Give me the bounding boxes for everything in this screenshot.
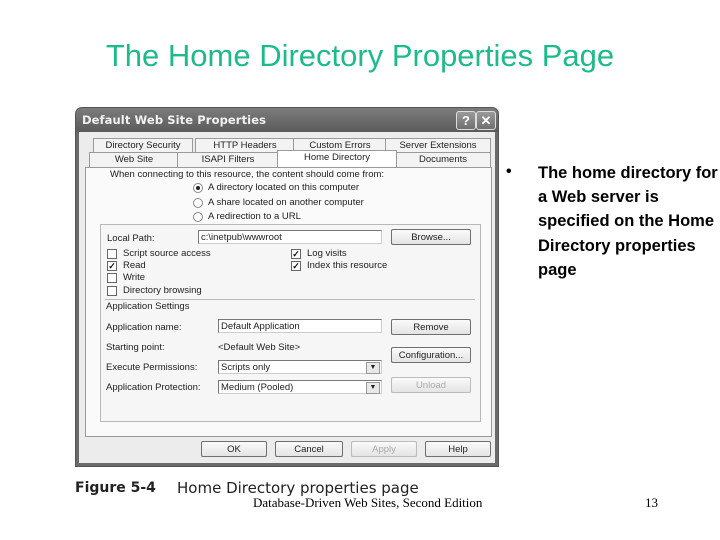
read-label: Read (123, 260, 146, 271)
chevron-down-icon[interactable]: ▼ (366, 362, 380, 374)
index-resource-label: Index this resource (307, 260, 388, 271)
write-label: Write (123, 272, 145, 283)
help-button[interactable]: Help (425, 441, 491, 457)
radio-url-redirection-label: A redirection to a URL (208, 211, 301, 222)
configuration-button[interactable]: Configuration... (391, 347, 471, 363)
tab-isapi-filters[interactable]: ISAPI Filters (177, 152, 279, 167)
local-path-input[interactable]: c:\inetpub\wwwroot (198, 230, 382, 244)
checkbox-index-resource[interactable]: ✓ (291, 261, 301, 271)
radio-network-share[interactable] (193, 198, 203, 208)
radio-url-redirection[interactable] (193, 212, 203, 222)
starting-point-label: Starting point: (106, 342, 165, 353)
checkbox-directory-browsing[interactable] (107, 286, 117, 296)
app-protection-value: Medium (Pooled) (221, 382, 294, 393)
checkbox-write[interactable] (107, 273, 117, 283)
apply-button[interactable]: Apply (351, 441, 417, 457)
source-prompt: When connecting to this resource, the co… (110, 169, 385, 180)
radio-local-directory[interactable] (193, 183, 203, 193)
home-directory-panel: When connecting to this resource, the co… (85, 167, 492, 437)
checkbox-log-visits[interactable]: ✓ (291, 249, 301, 259)
remove-button[interactable]: Remove (391, 319, 471, 335)
close-icon[interactable]: ✕ (476, 111, 496, 130)
tab-directory-security[interactable]: Directory Security (93, 138, 193, 153)
tab-documents[interactable]: Documents (395, 152, 491, 167)
tab-web-site[interactable]: Web Site (89, 152, 179, 167)
help-icon[interactable]: ? (456, 111, 476, 130)
chevron-down-icon[interactable]: ▼ (366, 382, 380, 394)
app-protection-label: Application Protection: (106, 382, 201, 393)
app-settings-heading: Application Settings (106, 301, 190, 312)
log-visits-label: Log visits (307, 248, 347, 259)
app-protection-select[interactable]: Medium (Pooled) ▼ (218, 380, 382, 394)
app-name-input[interactable]: Default Application (218, 319, 382, 333)
exec-permissions-value: Scripts only (221, 362, 271, 373)
slide-title: The Home Directory Properties Page (105, 38, 615, 73)
exec-permissions-select[interactable]: Scripts only ▼ (218, 360, 382, 374)
divider (105, 299, 475, 300)
tab-home-directory[interactable]: Home Directory (277, 150, 397, 167)
dialog-title: Default Web Site Properties (82, 113, 267, 127)
app-name-label: Application name: (106, 322, 182, 333)
local-path-label: Local Path: (107, 233, 155, 244)
directory-browsing-label: Directory browsing (123, 285, 202, 296)
browse-button[interactable]: Browse... (391, 229, 471, 245)
radio-local-directory-label: A directory located on this computer (208, 182, 360, 193)
bullet-text: The home directory for a Web server is s… (538, 164, 718, 279)
cancel-button[interactable]: Cancel (275, 441, 343, 457)
dialog-client: Directory Security HTTP Headers Custom E… (79, 132, 495, 463)
checkbox-script-source-access[interactable] (107, 249, 117, 259)
slide-footer: Database-Driven Web Sites, Second Editio… (253, 495, 483, 510)
page-number: 13 (645, 495, 658, 510)
exec-permissions-label: Execute Permissions: (106, 362, 198, 373)
properties-dialog: Default Web Site Properties ? ✕ Director… (76, 108, 498, 466)
settings-group: Local Path: c:\inetpub\wwwroot Browse...… (100, 224, 481, 422)
script-source-access-label: Script source access (123, 248, 211, 259)
checkbox-read[interactable]: ✓ (107, 261, 117, 271)
radio-network-share-label: A share located on another computer (208, 197, 364, 208)
starting-point-value: <Default Web Site> (218, 342, 301, 353)
bullet-icon: • (506, 163, 512, 180)
figure-label: Figure 5-4 (75, 480, 156, 496)
dialog-titlebar[interactable]: Default Web Site Properties ? ✕ (76, 108, 498, 132)
ok-button[interactable]: OK (201, 441, 267, 457)
unload-button[interactable]: Unload (391, 377, 471, 393)
tab-server-extensions[interactable]: Server Extensions (385, 138, 491, 153)
